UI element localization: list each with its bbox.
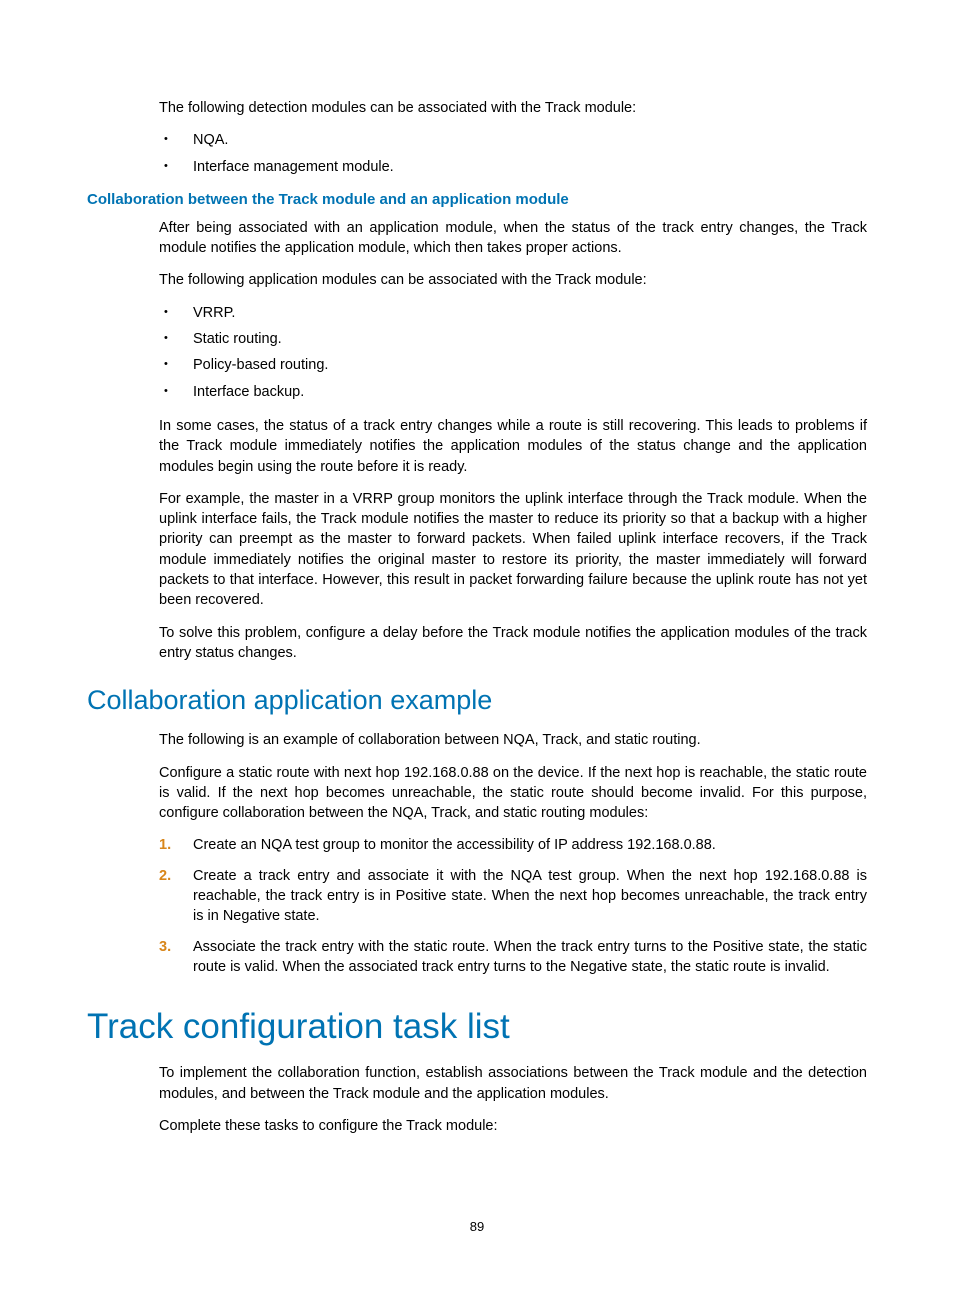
step-number: 3. — [159, 937, 171, 957]
step-text: Associate the track entry with the stati… — [193, 939, 867, 975]
app-module-bullet-list: VRRP. Static routing. Policy-based routi… — [159, 303, 867, 402]
numbered-steps-list: 1. Create an NQA test group to monitor t… — [159, 835, 867, 977]
page-number: 89 — [0, 1219, 954, 1234]
body-paragraph: The following application modules can be… — [159, 270, 867, 290]
body-paragraph: In some cases, the status of a track ent… — [159, 416, 867, 477]
intro-bullet-list: NQA. Interface management module. — [159, 130, 867, 177]
list-item: NQA. — [159, 130, 867, 150]
step-number: 2. — [159, 866, 171, 886]
step-text: Create a track entry and associate it wi… — [193, 868, 867, 925]
list-item: 3. Associate the track entry with the st… — [159, 937, 867, 978]
list-item: 2. Create a track entry and associate it… — [159, 866, 867, 927]
step-text: Create an NQA test group to monitor the … — [193, 837, 716, 853]
list-item: Policy-based routing. — [159, 355, 867, 375]
list-item: Interface management module. — [159, 157, 867, 177]
body-paragraph: Complete these tasks to configure the Tr… — [159, 1116, 867, 1136]
intro-text: The following detection modules can be a… — [159, 98, 867, 118]
list-item: Static routing. — [159, 329, 867, 349]
section-heading-collaboration: Collaboration between the Track module a… — [87, 191, 867, 208]
body-paragraph: For example, the master in a VRRP group … — [159, 489, 867, 611]
body-paragraph: Configure a static route with next hop 1… — [159, 763, 867, 824]
section-heading-example: Collaboration application example — [87, 685, 867, 716]
list-item: VRRP. — [159, 303, 867, 323]
list-item: 1. Create an NQA test group to monitor t… — [159, 835, 867, 855]
list-item: Interface backup. — [159, 382, 867, 402]
body-paragraph: After being associated with an applicati… — [159, 218, 867, 259]
body-paragraph: The following is an example of collabora… — [159, 730, 867, 750]
body-paragraph: To implement the collaboration function,… — [159, 1063, 867, 1104]
step-number: 1. — [159, 835, 171, 855]
body-paragraph: To solve this problem, configure a delay… — [159, 623, 867, 664]
section-heading-task-list: Track configuration task list — [87, 1007, 867, 1047]
